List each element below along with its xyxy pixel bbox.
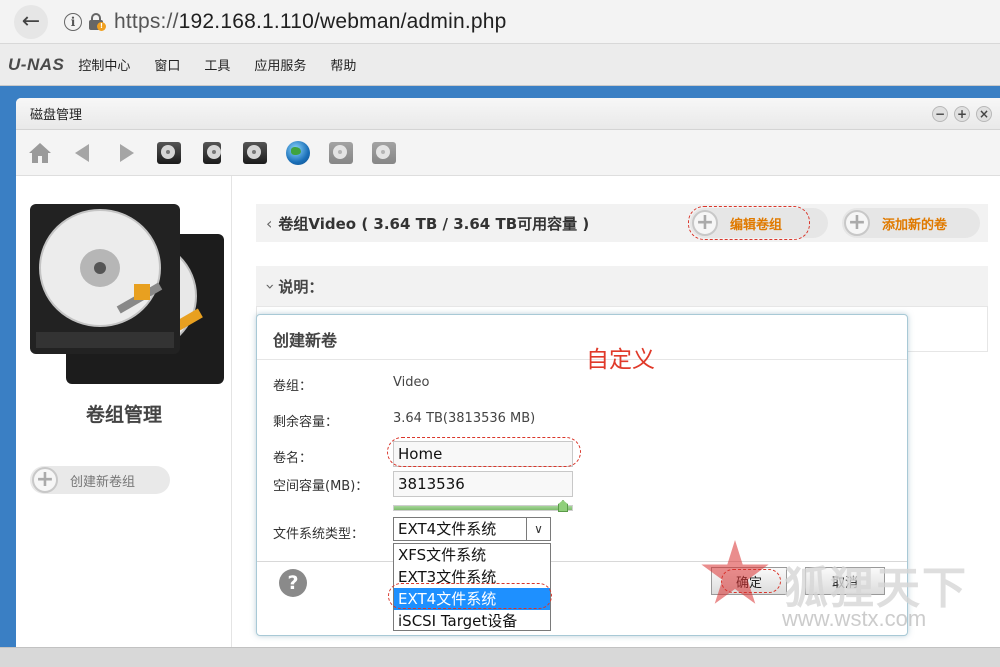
filesystem-selected: EXT4文件系统: [398, 520, 497, 538]
volume-group-label: 卷组：: [273, 379, 313, 394]
custom-annotation: 自定义: [586, 347, 655, 373]
size-label: 空间容量(MB)：: [273, 479, 369, 494]
maximize-icon[interactable]: +: [954, 106, 970, 122]
window-controls: − + ×: [932, 106, 992, 122]
disk-check-icon[interactable]: [327, 139, 355, 167]
menu-tools[interactable]: 工具: [204, 55, 230, 74]
annotation-ring-ext4: [388, 583, 552, 609]
volume-name-label: 卷名：: [273, 451, 313, 466]
left-pane: 卷组管理 + 创建新卷组: [16, 176, 232, 667]
volume-group-subrow: [256, 242, 988, 266]
filesystem-select[interactable]: EXT4文件系统 ∨: [393, 517, 551, 541]
remaining-capacity-label: 剩余容量：: [273, 415, 339, 430]
forward-icon[interactable]: [112, 139, 140, 167]
size-slider-handle[interactable]: [558, 500, 568, 512]
info-icon[interactable]: i: [64, 12, 82, 31]
help-icon[interactable]: ?: [279, 569, 307, 597]
home-icon[interactable]: [26, 139, 54, 167]
disk-list-icon[interactable]: [198, 139, 226, 167]
size-slider-fill: [394, 506, 572, 510]
insecure-lock-icon[interactable]: !: [88, 12, 106, 31]
nas-logo: U-NAS: [8, 54, 65, 74]
browser-address-bar: ← i ! https://192.168.1.110/webman/admin…: [0, 0, 1000, 44]
plus-icon: +: [32, 467, 58, 493]
filesystem-label: 文件系统类型：: [273, 527, 365, 542]
menu-help[interactable]: 帮助: [330, 55, 356, 74]
taskbar: [0, 647, 1000, 667]
add-volume-label: 添加新的卷: [882, 217, 948, 233]
create-volume-group-button[interactable]: + 创建新卷组: [30, 466, 170, 494]
chevron-left-icon[interactable]: ‹: [266, 214, 272, 233]
disk-manager-window: 磁盘管理 − + × 卷组管理 + 创建新卷组 ‹ 卷组Video (3.64…: [16, 98, 1000, 667]
url-scheme: https://: [114, 9, 179, 33]
volume-group-summary: 卷组Video ( 3.64 TB / 3.64 TB可用容量 ): [278, 214, 590, 233]
size-input[interactable]: [393, 471, 573, 497]
description-header[interactable]: ‹ 说明：: [256, 266, 988, 306]
description-label: 说明：: [278, 277, 324, 296]
window-title-bar[interactable]: 磁盘管理: [16, 98, 1000, 130]
volume-group-value: Video: [393, 375, 430, 390]
chevron-down-icon[interactable]: ∨: [526, 518, 550, 540]
window-title: 磁盘管理: [30, 108, 83, 123]
plus-icon: +: [844, 210, 870, 236]
dialog-title: 创建新卷: [273, 331, 338, 350]
back-icon[interactable]: [69, 139, 97, 167]
annotation-ring-name: [387, 437, 581, 467]
remaining-capacity-value: 3.64 TB(3813536 MB): [393, 411, 536, 426]
back-arrow-icon[interactable]: ←: [14, 4, 48, 39]
dialog-divider: [257, 359, 907, 360]
volume-group-header[interactable]: ‹ 卷组Video ( 3.64 TB / 3.64 TB可用容量 ) + 编辑…: [256, 204, 988, 242]
filesystem-option-iscsi[interactable]: iSCSI Target设备: [394, 610, 550, 632]
nas-menu-bar: U-NAS 控制中心 窗口 工具 应用服务 帮助: [0, 44, 1000, 86]
url-text[interactable]: https://192.168.1.110/webman/admin.php: [114, 10, 507, 34]
filesystem-option-xfs[interactable]: XFS文件系统: [394, 544, 550, 566]
dialog-footer-divider: [257, 561, 907, 562]
chevron-down-icon[interactable]: ‹: [260, 283, 279, 289]
url-host-path: 192.168.1.110/webman/admin.php: [178, 9, 507, 33]
create-volume-group-label: 创建新卷组: [70, 474, 136, 490]
menu-control-center[interactable]: 控制中心: [78, 55, 130, 74]
toolbar: [16, 130, 1000, 176]
add-volume-button[interactable]: + 添加新的卷: [842, 208, 980, 238]
menu-app-services[interactable]: 应用服务: [254, 55, 306, 74]
network-disk-icon[interactable]: [284, 139, 312, 167]
disk-overview-icon[interactable]: [155, 139, 183, 167]
annotation-ring-edit: [688, 206, 810, 240]
hard-disk-stack-icon: [30, 204, 224, 384]
annotation-ring-ok: [721, 569, 781, 593]
menu-window[interactable]: 窗口: [154, 55, 180, 74]
create-volume-dialog: 创建新卷 卷组： Video 剩余容量： 3.64 TB(3813536 MB)…: [256, 314, 908, 636]
close-icon[interactable]: ×: [976, 106, 992, 122]
minimize-icon[interactable]: −: [932, 106, 948, 122]
size-slider[interactable]: [393, 500, 573, 512]
cancel-button[interactable]: 取消: [805, 567, 885, 595]
volume-group-icon[interactable]: [241, 139, 269, 167]
volume-group-title: 卷组管理: [85, 404, 162, 426]
disk-info-icon[interactable]: [370, 139, 398, 167]
